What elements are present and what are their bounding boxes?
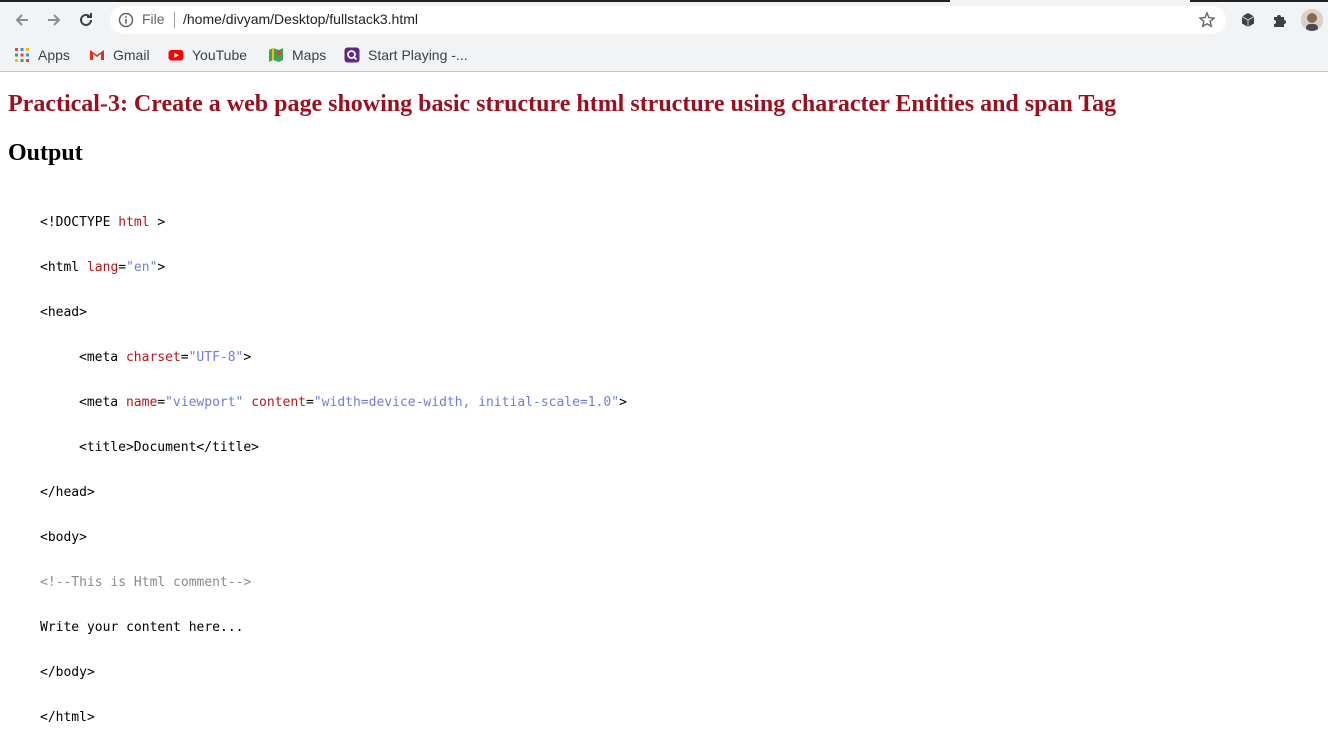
code-line-body-open: <body> — [40, 530, 87, 545]
profile-avatar[interactable] — [1301, 9, 1323, 31]
code-line-head-close: </head> — [40, 485, 95, 500]
scheme-label: File — [142, 11, 165, 27]
bookmark-star-icon[interactable] — [1198, 11, 1216, 29]
extension-cube-button[interactable] — [1238, 10, 1258, 30]
code-line-html-open: <html lang="en"> — [40, 260, 166, 275]
address-bar[interactable]: File /home/divyam/Desktop/fullstack3.htm… — [110, 6, 1226, 34]
apps-grid-icon — [14, 47, 30, 63]
bookmark-start-playing[interactable]: Start Playing -... — [344, 44, 468, 66]
tab-strip-edge — [1190, 0, 1328, 2]
puzzle-icon — [1274, 15, 1286, 27]
code-line-doctype: <!DOCTYPE html > — [40, 215, 166, 230]
youtube-icon — [168, 47, 184, 63]
forward-button[interactable] — [42, 8, 66, 32]
bookmarks-bar: Apps Gmail YouTube Maps Start Playing -.… — [0, 40, 1328, 72]
bookmark-youtube[interactable]: YouTube — [168, 44, 247, 66]
code-listing: <!DOCTYPE html > <html lang="en"> <head>… — [40, 185, 627, 755]
code-line-html-close: </html> — [40, 710, 95, 725]
avatar-image — [1301, 9, 1323, 31]
bookmark-label: Gmail — [113, 47, 150, 63]
reload-icon — [80, 13, 92, 26]
back-button[interactable] — [10, 8, 34, 32]
forward-arrow-icon — [48, 14, 61, 26]
reload-button[interactable] — [74, 8, 98, 32]
cube-icon — [1241, 13, 1255, 27]
code-line-body-close: </body> — [40, 665, 95, 680]
output-heading: Output — [8, 140, 83, 166]
browser-toolbar: File /home/divyam/Desktop/fullstack3.htm… — [0, 0, 1328, 40]
bookmark-apps[interactable]: Apps — [14, 44, 70, 66]
bookmark-maps[interactable]: Maps — [268, 44, 326, 66]
gmail-icon — [89, 47, 105, 63]
bookmark-gmail[interactable]: Gmail — [89, 44, 150, 66]
bookmark-label: YouTube — [192, 47, 248, 63]
game-icon — [344, 47, 360, 63]
info-icon[interactable] — [118, 12, 134, 28]
url-text[interactable]: /home/divyam/Desktop/fullstack3.html — [183, 11, 418, 27]
bookmark-label: Start Playing -... — [368, 47, 468, 63]
omnibox-divider — [174, 12, 175, 28]
bookmark-label: Maps — [292, 47, 327, 63]
code-line-comment: <!--This is Html comment--> — [40, 575, 252, 590]
extensions-button[interactable] — [1270, 10, 1290, 30]
code-line-meta-charset: <meta charset="UTF-8"> — [79, 350, 252, 365]
bookmark-label: Apps — [38, 47, 70, 63]
maps-icon — [268, 47, 284, 63]
tab-strip-edge — [0, 0, 950, 2]
code-line-title: <title>Document</title> — [79, 440, 260, 455]
code-line-content: Write your content here... — [40, 620, 244, 635]
page-content: Practical-3: Create a web page showing b… — [0, 72, 1328, 725]
page-heading: Practical-3: Create a web page showing b… — [8, 91, 1117, 117]
back-arrow-icon — [15, 14, 28, 26]
code-line-meta-viewport: <meta name="viewport" content="width=dev… — [79, 395, 627, 410]
code-line-head-open: <head> — [40, 305, 87, 320]
